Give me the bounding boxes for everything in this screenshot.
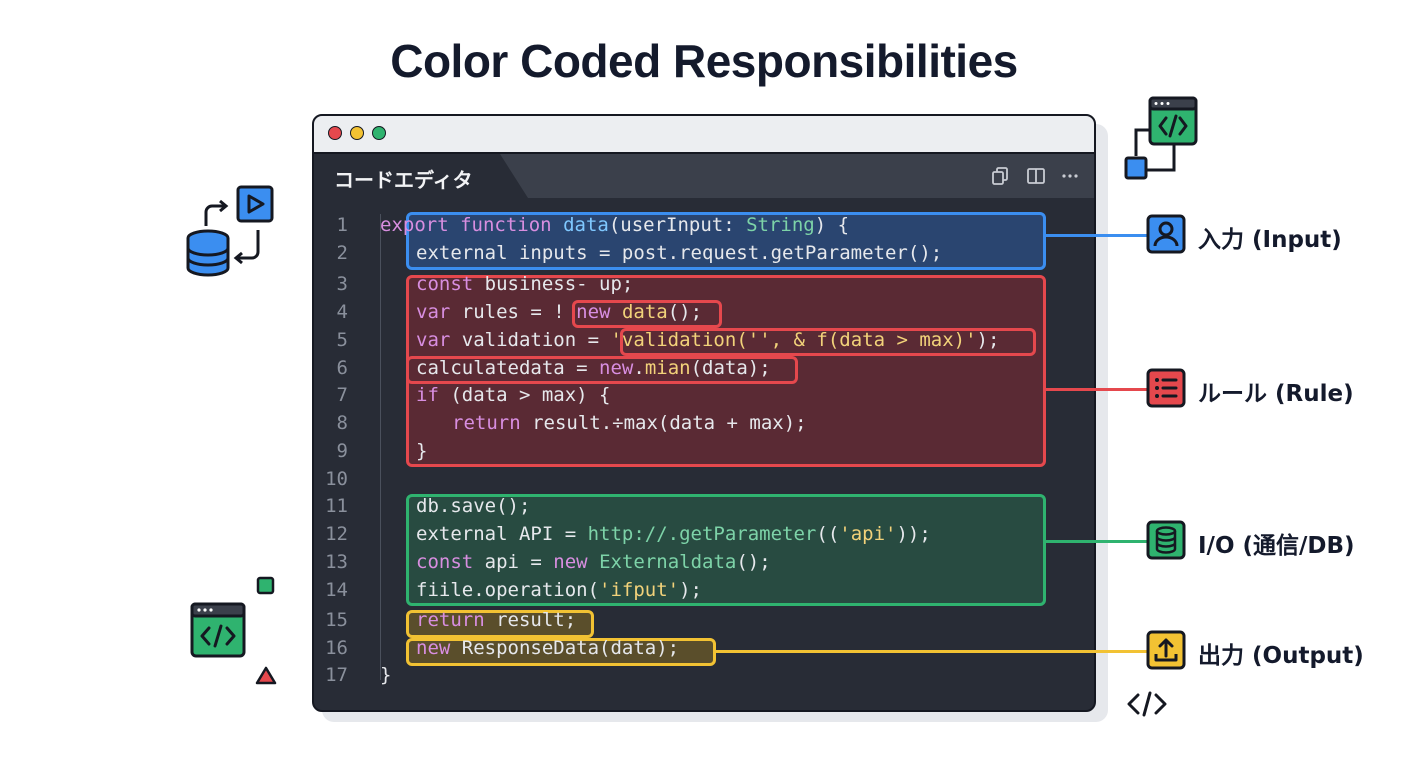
io-label: I/O (通信/DB): [1198, 533, 1355, 559]
code-line: if (data > max) {: [416, 384, 611, 406]
code-line: external inputs = post.request.getParame…: [416, 242, 943, 264]
code-window-icon: [190, 602, 246, 658]
code-line: return result.÷max(data + max);: [452, 412, 807, 434]
window-titlebar: [314, 116, 1094, 154]
database-icon: [1146, 520, 1186, 560]
upload-icon: [1146, 630, 1186, 670]
triangle-shape-icon: [255, 666, 277, 685]
line-number: 12: [325, 523, 348, 545]
output-connector: [714, 650, 1148, 653]
io-connector: [1044, 540, 1148, 543]
code-line: db.save();: [416, 495, 531, 517]
tab-code-editor[interactable]: コードエディタ: [314, 154, 528, 198]
line-number: 8: [336, 412, 348, 434]
indent-guide: [380, 214, 381, 680]
rule-connector: [1044, 388, 1148, 391]
line-number: 13: [325, 551, 348, 573]
close-window-button[interactable]: [328, 126, 342, 140]
line-number: 16: [325, 637, 348, 659]
line-number: 17: [325, 664, 348, 686]
database-flow-icon: [186, 185, 274, 277]
line-number: 9: [336, 440, 348, 462]
output-label: 出力 (Output): [1198, 643, 1364, 669]
page-title: Color Coded Responsibilities: [390, 35, 1018, 87]
code-line: export function data(userInput: String) …: [380, 214, 850, 236]
minimize-window-button[interactable]: [350, 126, 364, 140]
line-number: 11: [325, 495, 348, 517]
line-number: 10: [325, 468, 348, 490]
copy-icon[interactable]: [990, 166, 1010, 186]
code-line: var rules = ! new data();: [416, 301, 703, 323]
line-number: 4: [336, 301, 348, 323]
line-number: 5: [336, 329, 348, 351]
code-line: external API = http://.getParameter(('ap…: [416, 523, 931, 545]
code-line: const business- up;: [416, 273, 634, 295]
code-line: calculatedata = new.mian(data);: [416, 357, 771, 379]
more-options-icon[interactable]: [1060, 166, 1080, 186]
maximize-window-button[interactable]: [372, 126, 386, 140]
code-flow-icon: [1124, 96, 1198, 180]
rule-label: ルール (Rule): [1198, 381, 1354, 407]
code-line: fiile.operation('ifput');: [416, 579, 702, 601]
line-number: 6: [336, 357, 348, 379]
input-label: 入力 (Input): [1198, 227, 1342, 253]
code-editor-window: コードエディタ 1 2 3 4 5 6 7 8 9 10 11 12 13 14…: [312, 114, 1096, 712]
user-icon: [1146, 214, 1186, 254]
tab-label: コードエディタ: [334, 168, 473, 192]
line-number: 1: [336, 214, 348, 236]
code-line: var validation = 'validation('', & f(dat…: [416, 329, 1000, 351]
square-shape-icon: [256, 576, 275, 595]
code-area[interactable]: 1 2 3 4 5 6 7 8 9 10 11 12 13 14 15 16 1…: [314, 198, 1094, 710]
split-view-icon[interactable]: [1026, 166, 1046, 186]
line-number: 2: [336, 242, 348, 264]
code-brackets-icon: [1127, 691, 1167, 717]
code-line: }: [380, 664, 392, 686]
line-number: 14: [325, 579, 348, 601]
tab-bar: コードエディタ: [314, 154, 1094, 198]
code-line: new ResponseData(data);: [416, 637, 680, 659]
list-icon: [1146, 368, 1186, 408]
line-number: 3: [336, 273, 348, 295]
line-number: 15: [325, 609, 348, 631]
code-line: return result;: [416, 609, 577, 631]
code-line: }: [416, 440, 428, 462]
input-connector: [1044, 234, 1148, 237]
code-line: const api = new Externaldata();: [416, 551, 771, 573]
line-number: 7: [336, 384, 348, 406]
